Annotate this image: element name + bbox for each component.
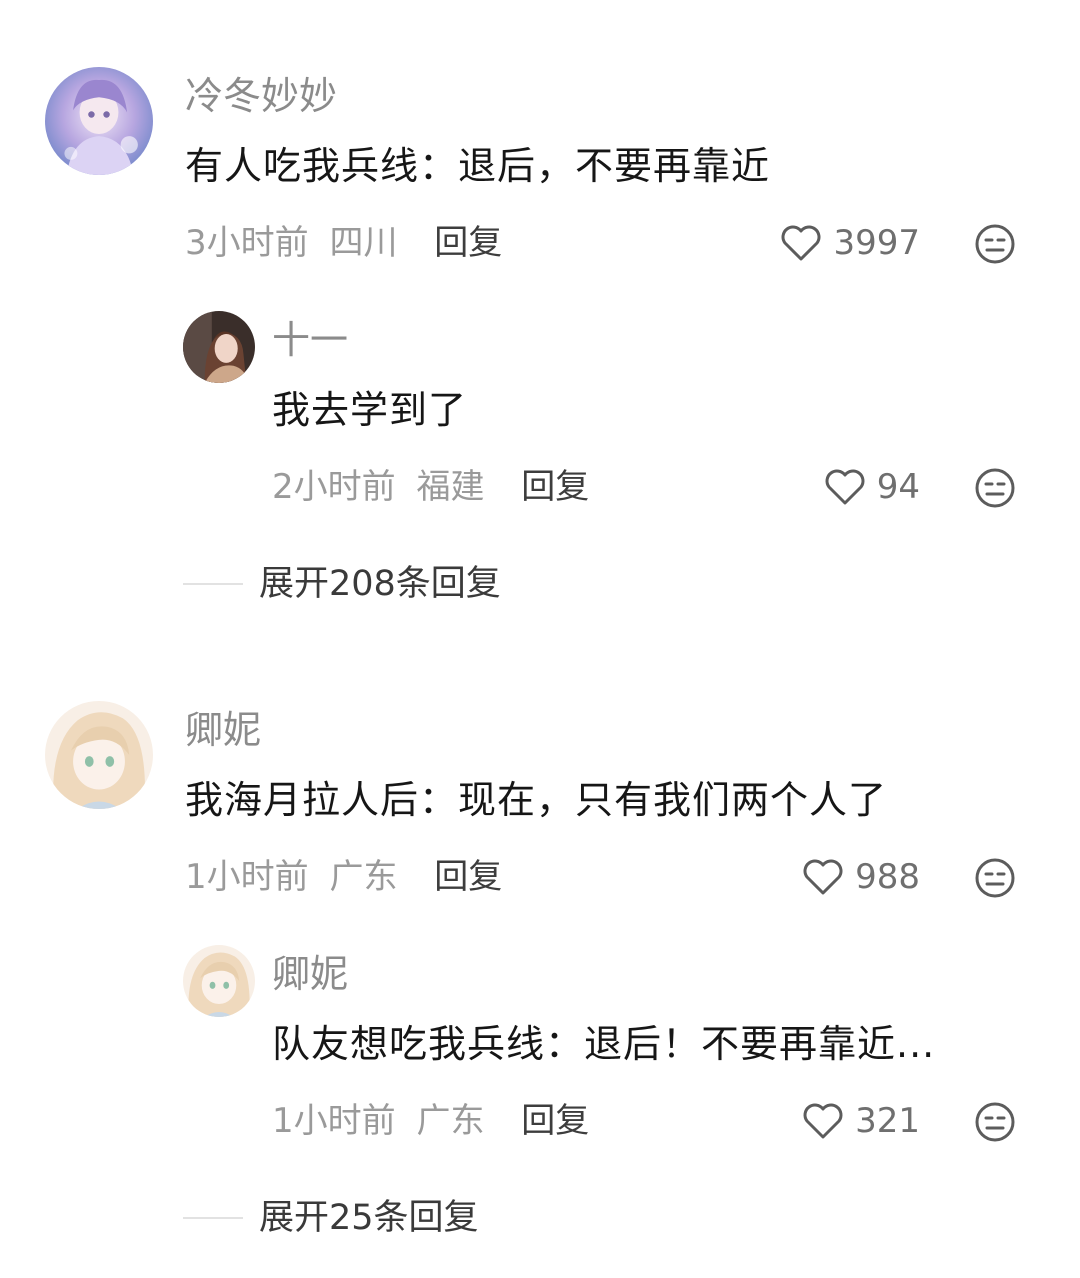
avatar-image — [183, 945, 255, 1017]
divider — [183, 583, 243, 585]
comment-username[interactable]: 冷冬妙妙 — [185, 74, 337, 118]
comment-text: 我海月拉人后：现在，只有我们两个人了 — [185, 778, 888, 822]
comment-text: 有人吃我兵线：退后，不要再靠近 — [185, 144, 771, 188]
comment-meta: 1小时前 广东 回复 — [185, 857, 502, 897]
avatar-image — [45, 67, 153, 175]
heart-outline-icon — [803, 1103, 843, 1139]
like-button[interactable]: 94 — [823, 465, 920, 509]
heart-outline-icon — [825, 469, 865, 505]
comment-time: 3小时前 — [185, 223, 309, 263]
avatar[interactable] — [183, 311, 255, 383]
reply-username[interactable]: 十一 — [272, 318, 348, 362]
reply-text: 队友想吃我兵线：退后！不要再靠近... — [272, 1022, 936, 1066]
divider — [183, 1217, 243, 1219]
like-button[interactable]: 3997 — [779, 221, 920, 265]
heart-outline-icon — [803, 859, 843, 895]
reply-time: 1小时前 — [272, 1101, 396, 1141]
reply-location: 福建 — [416, 467, 485, 507]
unamused-face-icon[interactable] — [974, 857, 1016, 899]
unamused-face-icon[interactable] — [974, 223, 1016, 265]
unamused-face-icon[interactable] — [974, 1101, 1016, 1143]
reply-button[interactable]: 回复 — [434, 857, 502, 897]
avatar[interactable] — [45, 701, 153, 809]
unamused-face-icon[interactable] — [974, 467, 1016, 509]
reply-button[interactable]: 回复 — [434, 223, 502, 263]
heart-outline-icon — [782, 225, 821, 261]
avatar-image — [183, 311, 255, 383]
reply-button[interactable]: 回复 — [521, 467, 589, 507]
like-count: 94 — [876, 467, 920, 507]
reply-location: 广东 — [416, 1101, 485, 1141]
reply-meta: 1小时前 广东 回复 — [272, 1101, 589, 1141]
comment-location: 四川 — [329, 223, 398, 263]
expand-replies-label: 展开25条回复 — [259, 1198, 479, 1238]
expand-replies-label: 展开208条回复 — [259, 564, 501, 604]
reply-meta: 2小时前 福建 回复 — [272, 467, 589, 507]
comment-time: 1小时前 — [185, 857, 309, 897]
reply-username[interactable]: 卿妮 — [272, 952, 348, 996]
comment-username[interactable]: 卿妮 — [185, 708, 261, 752]
like-button[interactable]: 988 — [801, 855, 920, 899]
reply-time: 2小时前 — [272, 467, 396, 507]
reply-button[interactable]: 回复 — [521, 1101, 589, 1141]
like-count: 988 — [855, 857, 920, 897]
reply-text: 我去学到了 — [272, 388, 468, 432]
avatar[interactable] — [183, 945, 255, 1017]
expand-replies-button[interactable]: 展开25条回复 — [183, 1196, 479, 1240]
like-count: 321 — [855, 1101, 920, 1141]
comment-location: 广东 — [329, 857, 398, 897]
expand-replies-button[interactable]: 展开208条回复 — [183, 562, 501, 606]
like-count: 3997 — [833, 223, 920, 263]
avatar[interactable] — [45, 67, 153, 175]
avatar-image — [45, 701, 153, 809]
comment-meta: 3小时前 四川 回复 — [185, 223, 502, 263]
like-button[interactable]: 321 — [801, 1099, 920, 1143]
